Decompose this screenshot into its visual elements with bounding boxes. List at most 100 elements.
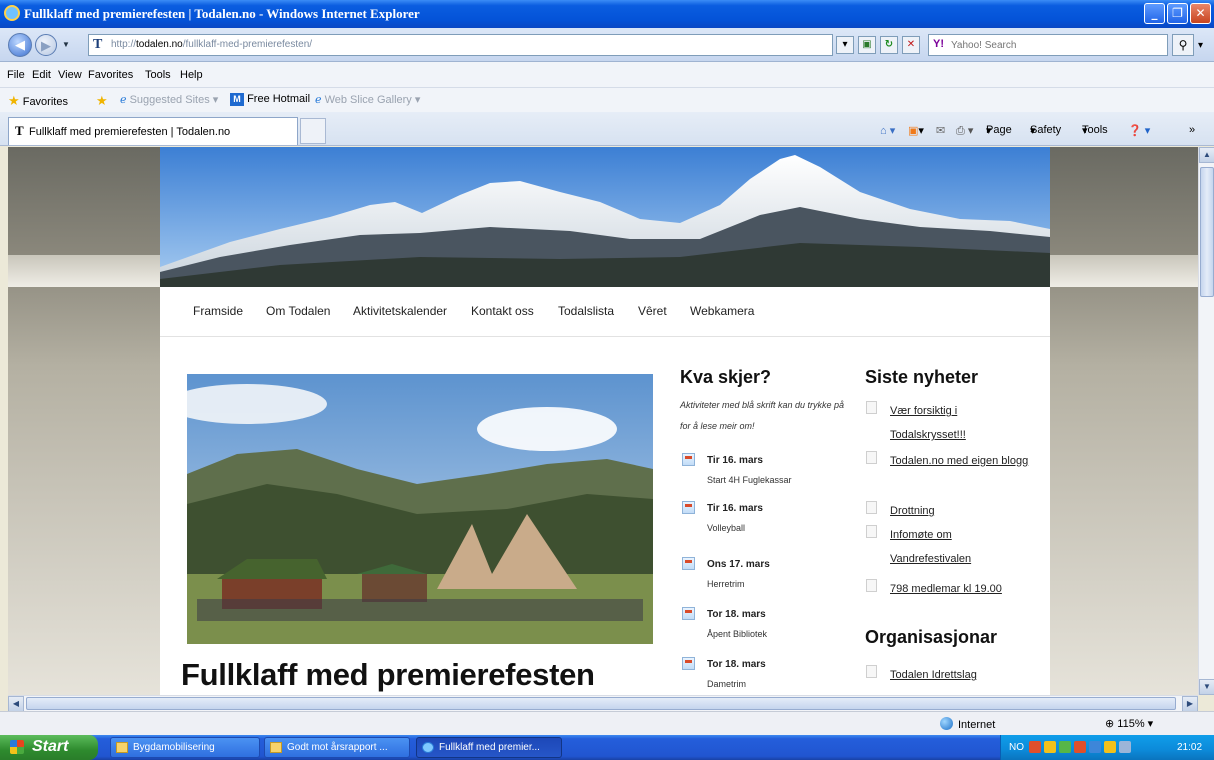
- page-background-left: [8, 147, 160, 695]
- nav-veret[interactable]: Vêret: [638, 304, 667, 318]
- windows-taskbar: Start Bygdamobilisering Godt mot årsrapp…: [0, 735, 1214, 760]
- taskbar-item-active[interactable]: Fullklaff med premier...: [416, 737, 562, 758]
- address-toolbar: ◀ ▶ ▼ T http://todalen.no/fullklaff-med-…: [0, 28, 1214, 62]
- close-button[interactable]: ✕: [1190, 3, 1211, 24]
- zoom-level[interactable]: ⊕ 115% ▾: [1105, 717, 1153, 730]
- nav-todalslista[interactable]: Todalslista: [558, 304, 614, 318]
- scroll-up-icon[interactable]: ▲: [1199, 147, 1214, 163]
- minimize-button[interactable]: _: [1144, 3, 1165, 24]
- history-dropdown-icon[interactable]: ▼: [62, 40, 70, 49]
- event-item[interactable]: Ons 17. mars Herretrim: [682, 555, 852, 595]
- scroll-right-icon[interactable]: ▶: [1182, 696, 1198, 712]
- window-title: Fullklaff med premierefesten | Todalen.n…: [24, 6, 420, 21]
- tray-app-icon[interactable]: [1089, 741, 1101, 753]
- taskbar-item[interactable]: Bygdamobilisering: [110, 737, 260, 758]
- tray-app-icon[interactable]: [1044, 741, 1056, 753]
- menu-bar: File Edit View Favorites Tools Help: [0, 62, 1214, 88]
- scroll-down-icon[interactable]: ▼: [1199, 679, 1214, 695]
- calendar-icon: [682, 501, 695, 514]
- menu-view[interactable]: View: [58, 69, 82, 81]
- tray-icons[interactable]: [1029, 741, 1134, 756]
- tray-app-icon[interactable]: [1074, 741, 1086, 753]
- language-indicator[interactable]: NO: [1009, 742, 1024, 753]
- new-tab-button[interactable]: [300, 118, 326, 144]
- window-title-bar[interactable]: Fullklaff med premierefesten | Todalen.n…: [0, 0, 1214, 28]
- tab-todalen[interactable]: T Fullklaff med premierefesten | Todalen…: [8, 117, 298, 145]
- address-url[interactable]: http://todalen.no/fullklaff-med-premiere…: [111, 39, 312, 50]
- search-options-icon[interactable]: ▾: [1198, 40, 1203, 51]
- feeds-icon[interactable]: ▣ ▾: [908, 124, 924, 137]
- article-headline[interactable]: Fullklaff med premierefesten: [181, 657, 595, 693]
- address-dropdown-button[interactable]: ▾: [836, 36, 854, 54]
- document-icon: [866, 401, 877, 414]
- print-icon[interactable]: ⎙ ▾: [956, 124, 973, 138]
- tab-bar: T Fullklaff med premierefesten | Todalen…: [0, 112, 1214, 146]
- tray-app-icon[interactable]: [1029, 741, 1041, 753]
- search-icon[interactable]: ⚲: [1172, 34, 1194, 56]
- document-icon: [866, 665, 877, 678]
- chevron-more-icon[interactable]: »: [1189, 124, 1195, 136]
- vertical-scroll-thumb[interactable]: [1200, 167, 1214, 297]
- menu-favorites[interactable]: Favorites: [88, 69, 133, 81]
- security-zone[interactable]: Internet: [940, 717, 995, 731]
- page-menu[interactable]: Page ▾: [986, 124, 1012, 137]
- event-item[interactable]: Tir 16. mars Volleyball: [682, 499, 852, 539]
- nav-aktivitetskalender[interactable]: Aktivitetskalender: [353, 304, 447, 318]
- clock[interactable]: 21:02: [1177, 742, 1202, 753]
- document-icon: [866, 579, 877, 592]
- menu-help[interactable]: Help: [180, 69, 203, 81]
- event-item[interactable]: Tor 18. mars Åpent Bibliotek: [682, 605, 852, 645]
- horizontal-scrollbar[interactable]: ◀ ▶: [8, 695, 1198, 712]
- star-icon: ★: [8, 93, 20, 108]
- tab-title: Fullklaff med premierefesten | Todalen.n…: [29, 126, 231, 138]
- forward-button[interactable]: ▶: [35, 34, 57, 56]
- safety-menu[interactable]: Safety ▾: [1030, 124, 1061, 137]
- menu-file[interactable]: File: [7, 69, 25, 81]
- refresh-button[interactable]: ↻: [880, 36, 898, 54]
- yahoo-logo-icon: Y!: [933, 38, 944, 50]
- nav-webkamera[interactable]: Webkamera: [690, 304, 754, 318]
- menu-edit[interactable]: Edit: [32, 69, 51, 81]
- scroll-left-icon[interactable]: ◀: [8, 696, 24, 712]
- maximize-button[interactable]: ❐: [1167, 3, 1188, 24]
- home-icon[interactable]: ⌂ ▾: [880, 124, 895, 137]
- taskbar-item[interactable]: Godt mot årsrapport ...: [264, 737, 410, 758]
- horizontal-scroll-thumb[interactable]: [26, 697, 1176, 710]
- suggested-sites-link[interactable]: ℯ Suggested Sites ▾: [120, 93, 218, 106]
- calendar-icon: [682, 607, 695, 620]
- calendar-icon: [682, 657, 695, 670]
- free-hotmail-link[interactable]: M Free Hotmail: [230, 93, 310, 106]
- tray-app-icon[interactable]: [1119, 741, 1131, 753]
- add-favorites-icon[interactable]: ★: [96, 93, 108, 109]
- help-icon[interactable]: ❓ ▾: [1128, 124, 1150, 137]
- vertical-scrollbar[interactable]: ▲ ▼: [1198, 147, 1214, 695]
- nav-kontakt-oss[interactable]: Kontakt oss: [471, 304, 534, 318]
- address-field[interactable]: T http://todalen.no/fullklaff-med-premie…: [88, 34, 833, 56]
- system-tray: NO 21:02: [1000, 735, 1214, 760]
- news-title: Siste nyheter: [865, 367, 979, 387]
- menu-tools[interactable]: Tools: [145, 69, 171, 81]
- nav-framside[interactable]: Framside: [193, 304, 243, 318]
- read-mail-icon[interactable]: ✉: [936, 124, 945, 137]
- article-hero-image[interactable]: [167, 374, 653, 644]
- site-favicon-icon: T: [93, 37, 103, 52]
- web-content: Framside Om Todalen Aktivitetskalender K…: [8, 147, 1198, 695]
- search-box[interactable]: Y!: [928, 34, 1168, 56]
- hotmail-icon: M: [230, 93, 244, 106]
- tools-menu[interactable]: Tools ▾: [1082, 124, 1108, 137]
- back-button[interactable]: ◀: [8, 33, 32, 57]
- stop-button[interactable]: ✕: [902, 36, 920, 54]
- favorites-button[interactable]: ★ Favorites: [8, 93, 68, 109]
- folder-icon: [116, 742, 128, 753]
- event-item[interactable]: Tor 18. mars Dametrim: [682, 655, 852, 695]
- mountain-banner-image: [160, 147, 1050, 287]
- tray-app-icon[interactable]: [1059, 741, 1071, 753]
- compatibility-view-icon[interactable]: ▣: [858, 36, 876, 54]
- tray-app-icon[interactable]: [1104, 741, 1116, 753]
- web-slice-gallery-link[interactable]: ℯ Web Slice Gallery ▾: [315, 93, 420, 106]
- search-input[interactable]: [951, 37, 1151, 53]
- start-button[interactable]: Start: [0, 735, 98, 760]
- event-item[interactable]: Tir 16. mars Start 4H Fuglekassar: [682, 451, 852, 491]
- nav-om-todalen[interactable]: Om Todalen: [266, 304, 330, 318]
- windows-logo-icon: [10, 740, 24, 754]
